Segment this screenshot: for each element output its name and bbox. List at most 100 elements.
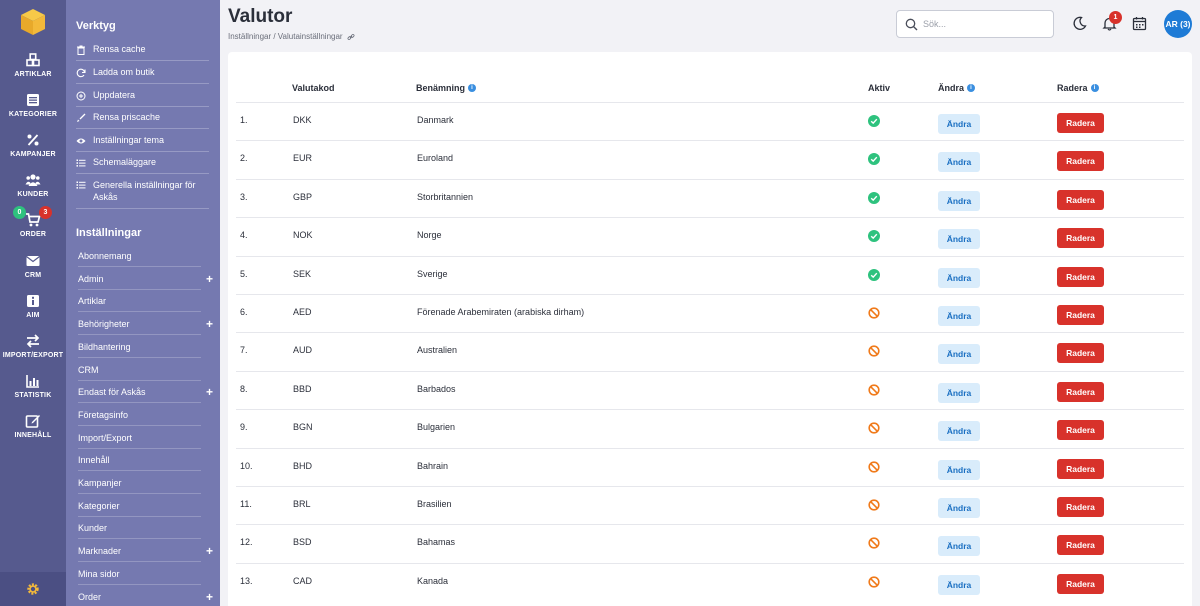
inactive-block-icon: [868, 422, 880, 434]
rail-item-kategorier[interactable]: KATEGORIER: [0, 92, 66, 118]
rail-item-innehall[interactable]: INNEHÅLL: [0, 413, 66, 439]
rail-item-label: KAMPANJER: [10, 151, 56, 158]
dark-mode-moon-icon[interactable]: [1072, 16, 1087, 31]
edit-button[interactable]: Ändra: [938, 421, 980, 442]
tool-uppdatera[interactable]: Uppdatera: [76, 90, 209, 107]
breadcrumb-text[interactable]: Inställningar / Valutainställningar: [228, 32, 343, 41]
tool-generella-installningar[interactable]: Generella inställningar för Askås: [76, 179, 209, 209]
tool-label: Uppdatera: [93, 90, 136, 100]
rail-item-label: STATISTIK: [14, 392, 52, 399]
settings-item[interactable]: Kategorier: [78, 501, 201, 517]
edit-button[interactable]: Ändra: [938, 267, 980, 288]
delete-button[interactable]: Radera: [1057, 497, 1104, 517]
edit-button[interactable]: Ändra: [938, 344, 980, 365]
settings-item-label: Import/Export: [78, 432, 133, 443]
delete-button[interactable]: Radera: [1057, 381, 1104, 402]
settings-item[interactable]: Endast för Askås +: [78, 385, 213, 404]
info-icon[interactable]: i: [468, 84, 477, 92]
delete-button[interactable]: Radera: [1057, 458, 1104, 479]
expand-plus-icon[interactable]: +: [206, 590, 213, 604]
edit-button[interactable]: Ändra: [938, 229, 980, 250]
tool-installningar-tema[interactable]: Inställningar tema: [76, 135, 209, 152]
settings-item[interactable]: Artiklar: [78, 296, 201, 313]
delete-button[interactable]: Radera: [1057, 305, 1104, 325]
link-icon[interactable]: [347, 33, 355, 41]
rail-item-order[interactable]: ORDER: [0, 212, 66, 238]
rail-item-label: KUNDER: [17, 191, 49, 198]
settings-item[interactable]: CRM: [78, 365, 201, 381]
settings-item[interactable]: Order +: [78, 590, 213, 606]
delete-button[interactable]: Radera: [1057, 266, 1104, 287]
edit-button[interactable]: Ändra: [938, 459, 980, 480]
calendar-icon[interactable]: [1132, 16, 1147, 31]
currency-name: Australien: [417, 345, 458, 356]
edit-button[interactable]: Ändra: [938, 114, 980, 134]
settings-item[interactable]: Marknader +: [78, 544, 213, 563]
search-input[interactable]: [923, 15, 1043, 33]
settings-item[interactable]: Företagsinfo: [78, 410, 201, 426]
settings-item[interactable]: Bildhantering: [78, 342, 201, 358]
refresh-icon: [76, 68, 86, 78]
settings-item-label: Kategorier: [78, 500, 120, 511]
delete-button[interactable]: Radera: [1057, 151, 1104, 172]
delete-button[interactable]: Radera: [1057, 228, 1104, 249]
info-icon[interactable]: i: [967, 84, 976, 92]
settings-item[interactable]: Kunder: [78, 523, 201, 540]
settings-item[interactable]: Behörigheter +: [78, 317, 213, 336]
currency-name: Barbados: [417, 383, 456, 394]
settings-item[interactable]: Admin +: [78, 272, 213, 290]
expand-plus-icon[interactable]: +: [206, 544, 213, 558]
rail-item-statistik[interactable]: STATISTIK: [0, 373, 66, 399]
user-avatar[interactable]: AR (3): [1164, 10, 1192, 38]
tool-ladda-om-butik[interactable]: Ladda om butik: [76, 67, 209, 84]
rail-item-artiklar[interactable]: ARTIKLAR: [0, 52, 66, 78]
edit-button[interactable]: Ändra: [938, 190, 980, 211]
expand-plus-icon[interactable]: +: [206, 272, 213, 286]
delete-button[interactable]: Radera: [1057, 420, 1104, 441]
search-box[interactable]: [896, 10, 1054, 38]
table-row: 5. SEK Sverige Ändra Radera: [236, 255, 1184, 295]
active-check-icon: [868, 268, 880, 281]
table-row: 13. CAD Kanada Ändra Radera: [236, 562, 1184, 602]
gear-icon[interactable]: [26, 582, 40, 596]
tool-rensa-cache[interactable]: Rensa cache: [76, 44, 209, 61]
settings-item[interactable]: Import/Export: [78, 433, 201, 449]
edit-button[interactable]: Ändra: [938, 574, 980, 595]
delete-button[interactable]: Radera: [1057, 343, 1104, 364]
rail-item-kampanjer[interactable]: KAMPANJER: [0, 132, 66, 158]
rail-item-aim[interactable]: AIM: [0, 293, 66, 319]
info-icon[interactable]: i: [1090, 84, 1099, 92]
notification-badge: 1: [1109, 11, 1122, 24]
currency-code: BSD: [293, 537, 312, 548]
rail-item-crm[interactable]: CRM: [0, 253, 66, 279]
edit-button[interactable]: Ändra: [938, 498, 980, 518]
table-row: 3. GBP Storbritannien Ändra Radera: [236, 178, 1184, 218]
edit-button[interactable]: Ändra: [938, 306, 980, 326]
edit-button[interactable]: Ändra: [938, 152, 980, 173]
settings-item[interactable]: Innehåll: [78, 455, 201, 472]
settings-item[interactable]: Abonnemang: [78, 251, 201, 267]
tool-rensa-priscache[interactable]: Rensa priscache: [76, 112, 209, 129]
settings-item-label: Abonnemang: [78, 251, 132, 261]
rail-item-label: AIM: [26, 312, 40, 319]
currency-name: Bahamas: [417, 537, 456, 548]
page-title: Valutor: [228, 6, 293, 27]
delete-button[interactable]: Radera: [1057, 535, 1104, 556]
edit-button[interactable]: Ändra: [938, 382, 980, 403]
settings-item[interactable]: Mina sidor: [78, 569, 201, 585]
settings-item-label: Företagsinfo: [78, 409, 129, 420]
currency-name: Förenade Arabemiraten (arabiska dirham): [417, 307, 585, 317]
inactive-block-icon: [868, 460, 880, 473]
expand-plus-icon[interactable]: +: [206, 385, 213, 399]
table-row: 1. DKK Danmark Ändra Radera: [236, 102, 1184, 141]
expand-plus-icon[interactable]: +: [206, 317, 213, 331]
rail-item-kunder[interactable]: KUNDER: [0, 172, 66, 198]
logo-box-icon[interactable]: [20, 8, 46, 36]
settings-item[interactable]: Kampanjer: [78, 478, 201, 494]
rail-item-import-export[interactable]: IMPORT/EXPORT: [0, 333, 66, 359]
tool-schemalaggare[interactable]: Schemaläggare: [76, 157, 209, 174]
edit-button[interactable]: Ändra: [938, 536, 980, 557]
delete-button[interactable]: Radera: [1057, 573, 1104, 594]
delete-button[interactable]: Radera: [1057, 113, 1104, 133]
delete-button[interactable]: Radera: [1057, 189, 1104, 210]
